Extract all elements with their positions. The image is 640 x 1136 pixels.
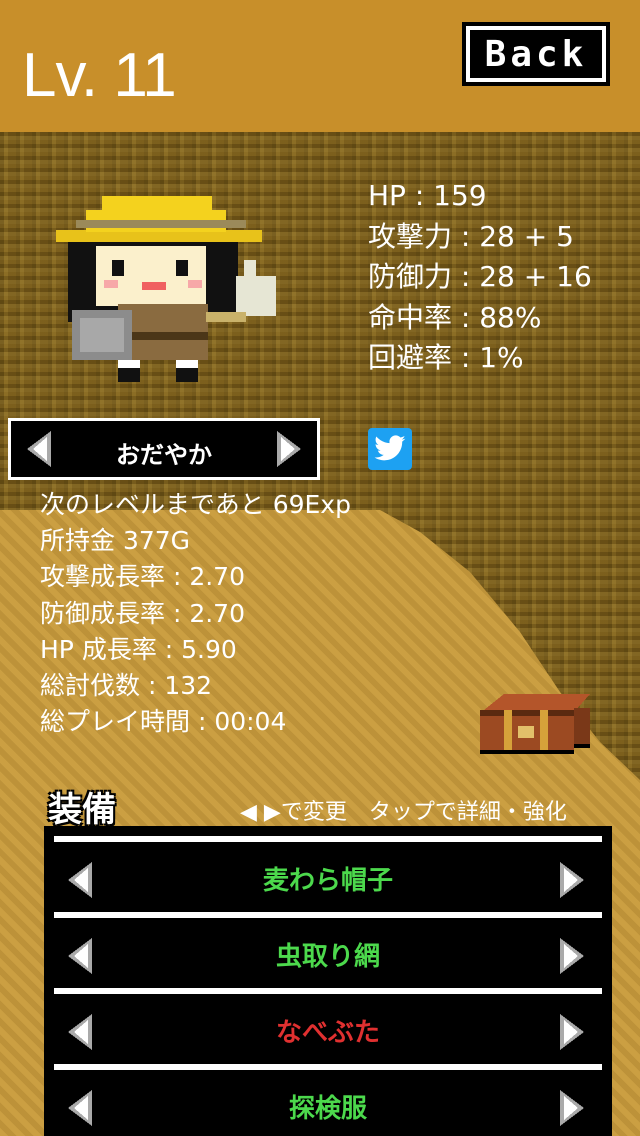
stat-defense: 防御力 : 28 + 16	[368, 260, 592, 293]
stats-panel: HP : 159 攻撃力 : 28 + 5 防御力 : 28 + 16 命中率 …	[368, 176, 592, 379]
equip-name: 虫取り網	[275, 942, 380, 972]
character-sprite	[56, 196, 276, 382]
equip-name: 探検服	[288, 1094, 367, 1124]
arrow-right-icon[interactable]	[556, 860, 588, 900]
hp-growth: HP 成長率 : 5.90	[40, 634, 237, 664]
equip-slot-weapon[interactable]: 虫取り網	[54, 912, 602, 982]
back-button[interactable]: Back	[462, 22, 610, 86]
total-kills: 総討伐数 : 132	[40, 671, 213, 701]
equip-slot-armor[interactable]: 探検服	[54, 1064, 602, 1134]
equip-slot-head[interactable]: 麦わら帽子	[54, 836, 602, 906]
stat-accuracy: 命中率 : 88%	[368, 300, 542, 334]
gold-amount: 所持金 377G	[40, 526, 191, 556]
equip-name: なべぶた	[275, 1018, 380, 1048]
stat-attack: 攻撃力 : 28 + 5	[368, 219, 574, 253]
attack-growth: 攻撃成長率 : 2.70	[40, 562, 245, 592]
equip-name: 麦わら帽子	[262, 866, 393, 896]
total-play-time: 総プレイ時間 : 00:04	[40, 707, 287, 737]
header-bar: Lv. 11 Back	[0, 0, 640, 132]
arrow-right-icon[interactable]	[556, 1088, 588, 1128]
equipment-hint: ◀ ▶で変更 タップで詳細・強化	[240, 800, 567, 825]
equip-slot-shield[interactable]: なべぶた	[54, 988, 602, 1058]
personality-selector[interactable]: おだやか	[8, 418, 320, 480]
arrow-right-icon[interactable]	[556, 1012, 588, 1052]
twitter-bird-icon	[374, 435, 406, 461]
stat-evasion: 回避率 : 1%	[368, 341, 524, 374]
equipment-title: 装備	[48, 790, 116, 830]
info-panel: 次のレベルまであと 69Exp 所持金 377G 攻撃成長率 : 2.70 防御…	[40, 487, 351, 740]
level-label: Lv. 11	[22, 41, 177, 110]
defense-growth: 防御成長率 : 2.70	[40, 598, 245, 628]
next-level-exp: 次のレベルまであと 69Exp	[40, 490, 351, 519]
arrow-right-icon[interactable]	[273, 429, 305, 469]
personality-label: おだやか	[116, 441, 212, 469]
arrow-right-icon[interactable]	[556, 936, 588, 976]
equipment-list: 麦わら帽子 虫取り網 なべぶた 探検服	[44, 826, 612, 1136]
treasure-chest-icon[interactable]	[474, 690, 594, 760]
stat-hp: HP : 159	[368, 179, 487, 212]
twitter-icon[interactable]	[368, 428, 412, 470]
